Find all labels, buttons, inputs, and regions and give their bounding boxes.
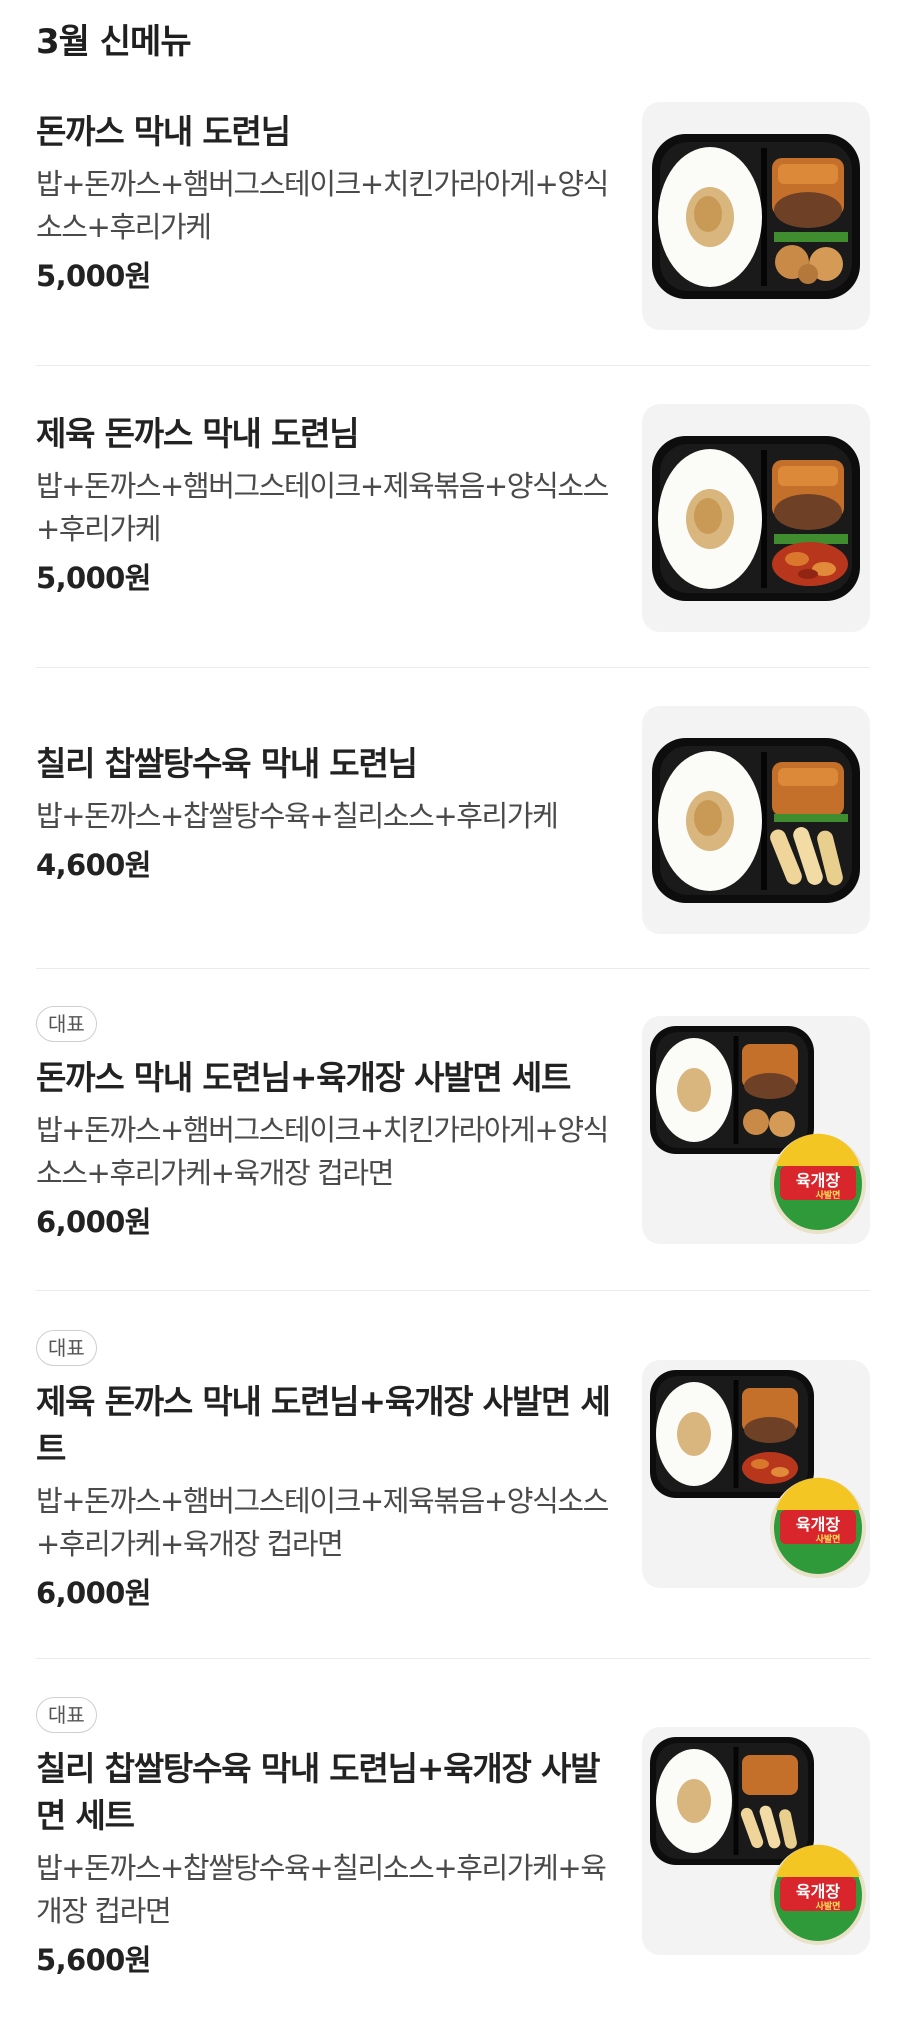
- menu-item-description: 밥+돈까스+찹쌀탕수육+칠리소스+후리가케: [36, 799, 559, 833]
- representative-badge: 대표: [36, 1330, 97, 1366]
- lunchbox-with-cup-noodle-image: 육개장 사발면: [650, 1370, 866, 1578]
- menu-item-price: 6,000원: [36, 1205, 151, 1239]
- menu-item-image: 육개장 사발면: [642, 1360, 870, 1588]
- menu-item[interactable]: 대표 돈까스 막내 도련님+육개장 사발면 세트 밥+돈까스+햄버그스테이크+치…: [36, 1006, 870, 1266]
- menu-item-price: 6,000원: [36, 1576, 151, 1610]
- lunchbox-image: [652, 436, 860, 601]
- menu-item-text: 대표 제육 돈까스 막내 도련님+육개장 사발면 세트 밥+돈까스+햄버그스테이…: [36, 1330, 616, 1614]
- divider: [36, 667, 870, 668]
- noodle-sub-label: 사발면: [816, 1189, 841, 1201]
- menu-item-name: 칠리 찹쌀탕수육 막내 도련님: [36, 744, 418, 783]
- lunchbox-image: [652, 134, 860, 299]
- menu-item-description: 밥+돈까스+햄버그스테이크+치킨가라아게+양식소스+후리가케+육개장 컵라면: [36, 1113, 609, 1190]
- menu-item-text: 대표 돈까스 막내 도련님+육개장 사발면 세트 밥+돈까스+햄버그스테이크+치…: [36, 1006, 616, 1243]
- menu-item[interactable]: 대표 칠리 찹쌀탕수육 막내 도련님+육개장 사발면 세트 밥+돈까스+찹쌀탕수…: [36, 1697, 870, 1987]
- menu-item-name: 칠리 찹쌀탕수육 막내 도련님+육개장 사발면 세트: [36, 1749, 601, 1835]
- lunchbox-with-cup-noodle-image: 육개장 사발면: [650, 1737, 866, 1945]
- noodle-label: 육개장: [796, 1171, 840, 1190]
- noodle-sub-label: 사발면: [816, 1900, 841, 1912]
- lunchbox-with-cup-noodle-image: 육개장 사발면: [650, 1026, 866, 1234]
- menu-item[interactable]: 칠리 찹쌀탕수육 막내 도련님 밥+돈까스+찹쌀탕수육+칠리소스+후리가케 4,…: [36, 706, 870, 940]
- menu-item-description: 밥+돈까스+햄버그스테이크+제육볶음+양식소스+후리가케+육개장 컵라면: [36, 1484, 609, 1561]
- noodle-sub-label: 사발면: [816, 1533, 841, 1545]
- menu-item-description: 밥+돈까스+햄버그스테이크+제육볶음+양식소스+후리가케: [36, 469, 609, 546]
- menu-item-image: [642, 404, 870, 632]
- menu-item-text: 제육 돈까스 막내 도련님 밥+돈까스+햄버그스테이크+제육볶음+양식소스+후리…: [36, 410, 616, 599]
- menu-item-image: 육개장 사발면: [642, 1016, 870, 1244]
- divider: [36, 1290, 870, 1291]
- divider: [36, 968, 870, 969]
- menu-item-name: 제육 돈까스 막내 도련님+육개장 사발면 세트: [36, 1382, 611, 1468]
- menu-item-name: 돈까스 막내 도련님+육개장 사발면 세트: [36, 1058, 571, 1097]
- section-title: 3월 신메뉴: [36, 22, 192, 62]
- lunchbox-image: [652, 738, 860, 903]
- menu-item-description: 밥+돈까스+찹쌀탕수육+칠리소스+후리가케+육개장 컵라면: [36, 1851, 607, 1928]
- menu-item-price: 5,600원: [36, 1943, 151, 1977]
- representative-badge: 대표: [36, 1697, 97, 1733]
- menu-item-text: 칠리 찹쌀탕수육 막내 도련님 밥+돈까스+찹쌀탕수육+칠리소스+후리가케 4,…: [36, 740, 616, 886]
- menu-item-text: 돈까스 막내 도련님 밥+돈까스+햄버그스테이크+치킨가라아게+양식소스+후리가…: [36, 108, 616, 297]
- divider: [36, 365, 870, 366]
- menu-item-description: 밥+돈까스+햄버그스테이크+치킨가라아게+양식소스+후리가케: [36, 167, 609, 244]
- noodle-label: 육개장: [796, 1515, 840, 1534]
- menu-item[interactable]: 제육 돈까스 막내 도련님 밥+돈까스+햄버그스테이크+제육볶음+양식소스+후리…: [36, 404, 870, 640]
- divider: [36, 1658, 870, 1659]
- menu-item-price: 5,000원: [36, 561, 151, 595]
- menu-item-name: 제육 돈까스 막내 도련님: [36, 414, 360, 453]
- menu-item-image: [642, 706, 870, 934]
- menu-item[interactable]: 돈까스 막내 도련님 밥+돈까스+햄버그스테이크+치킨가라아게+양식소스+후리가…: [36, 102, 870, 338]
- noodle-label: 육개장: [796, 1882, 840, 1901]
- menu-item-price: 5,000원: [36, 259, 151, 293]
- menu-item-name: 돈까스 막내 도련님: [36, 112, 291, 151]
- menu-item-image: 육개장 사발면: [642, 1727, 870, 1955]
- menu-item-price: 4,600원: [36, 848, 151, 882]
- menu-item[interactable]: 대표 제육 돈까스 막내 도련님+육개장 사발면 세트 밥+돈까스+햄버그스테이…: [36, 1330, 870, 1620]
- representative-badge: 대표: [36, 1006, 97, 1042]
- menu-item-text: 대표 칠리 찹쌀탕수육 막내 도련님+육개장 사발면 세트 밥+돈까스+찹쌀탕수…: [36, 1697, 616, 1981]
- menu-item-image: [642, 102, 870, 330]
